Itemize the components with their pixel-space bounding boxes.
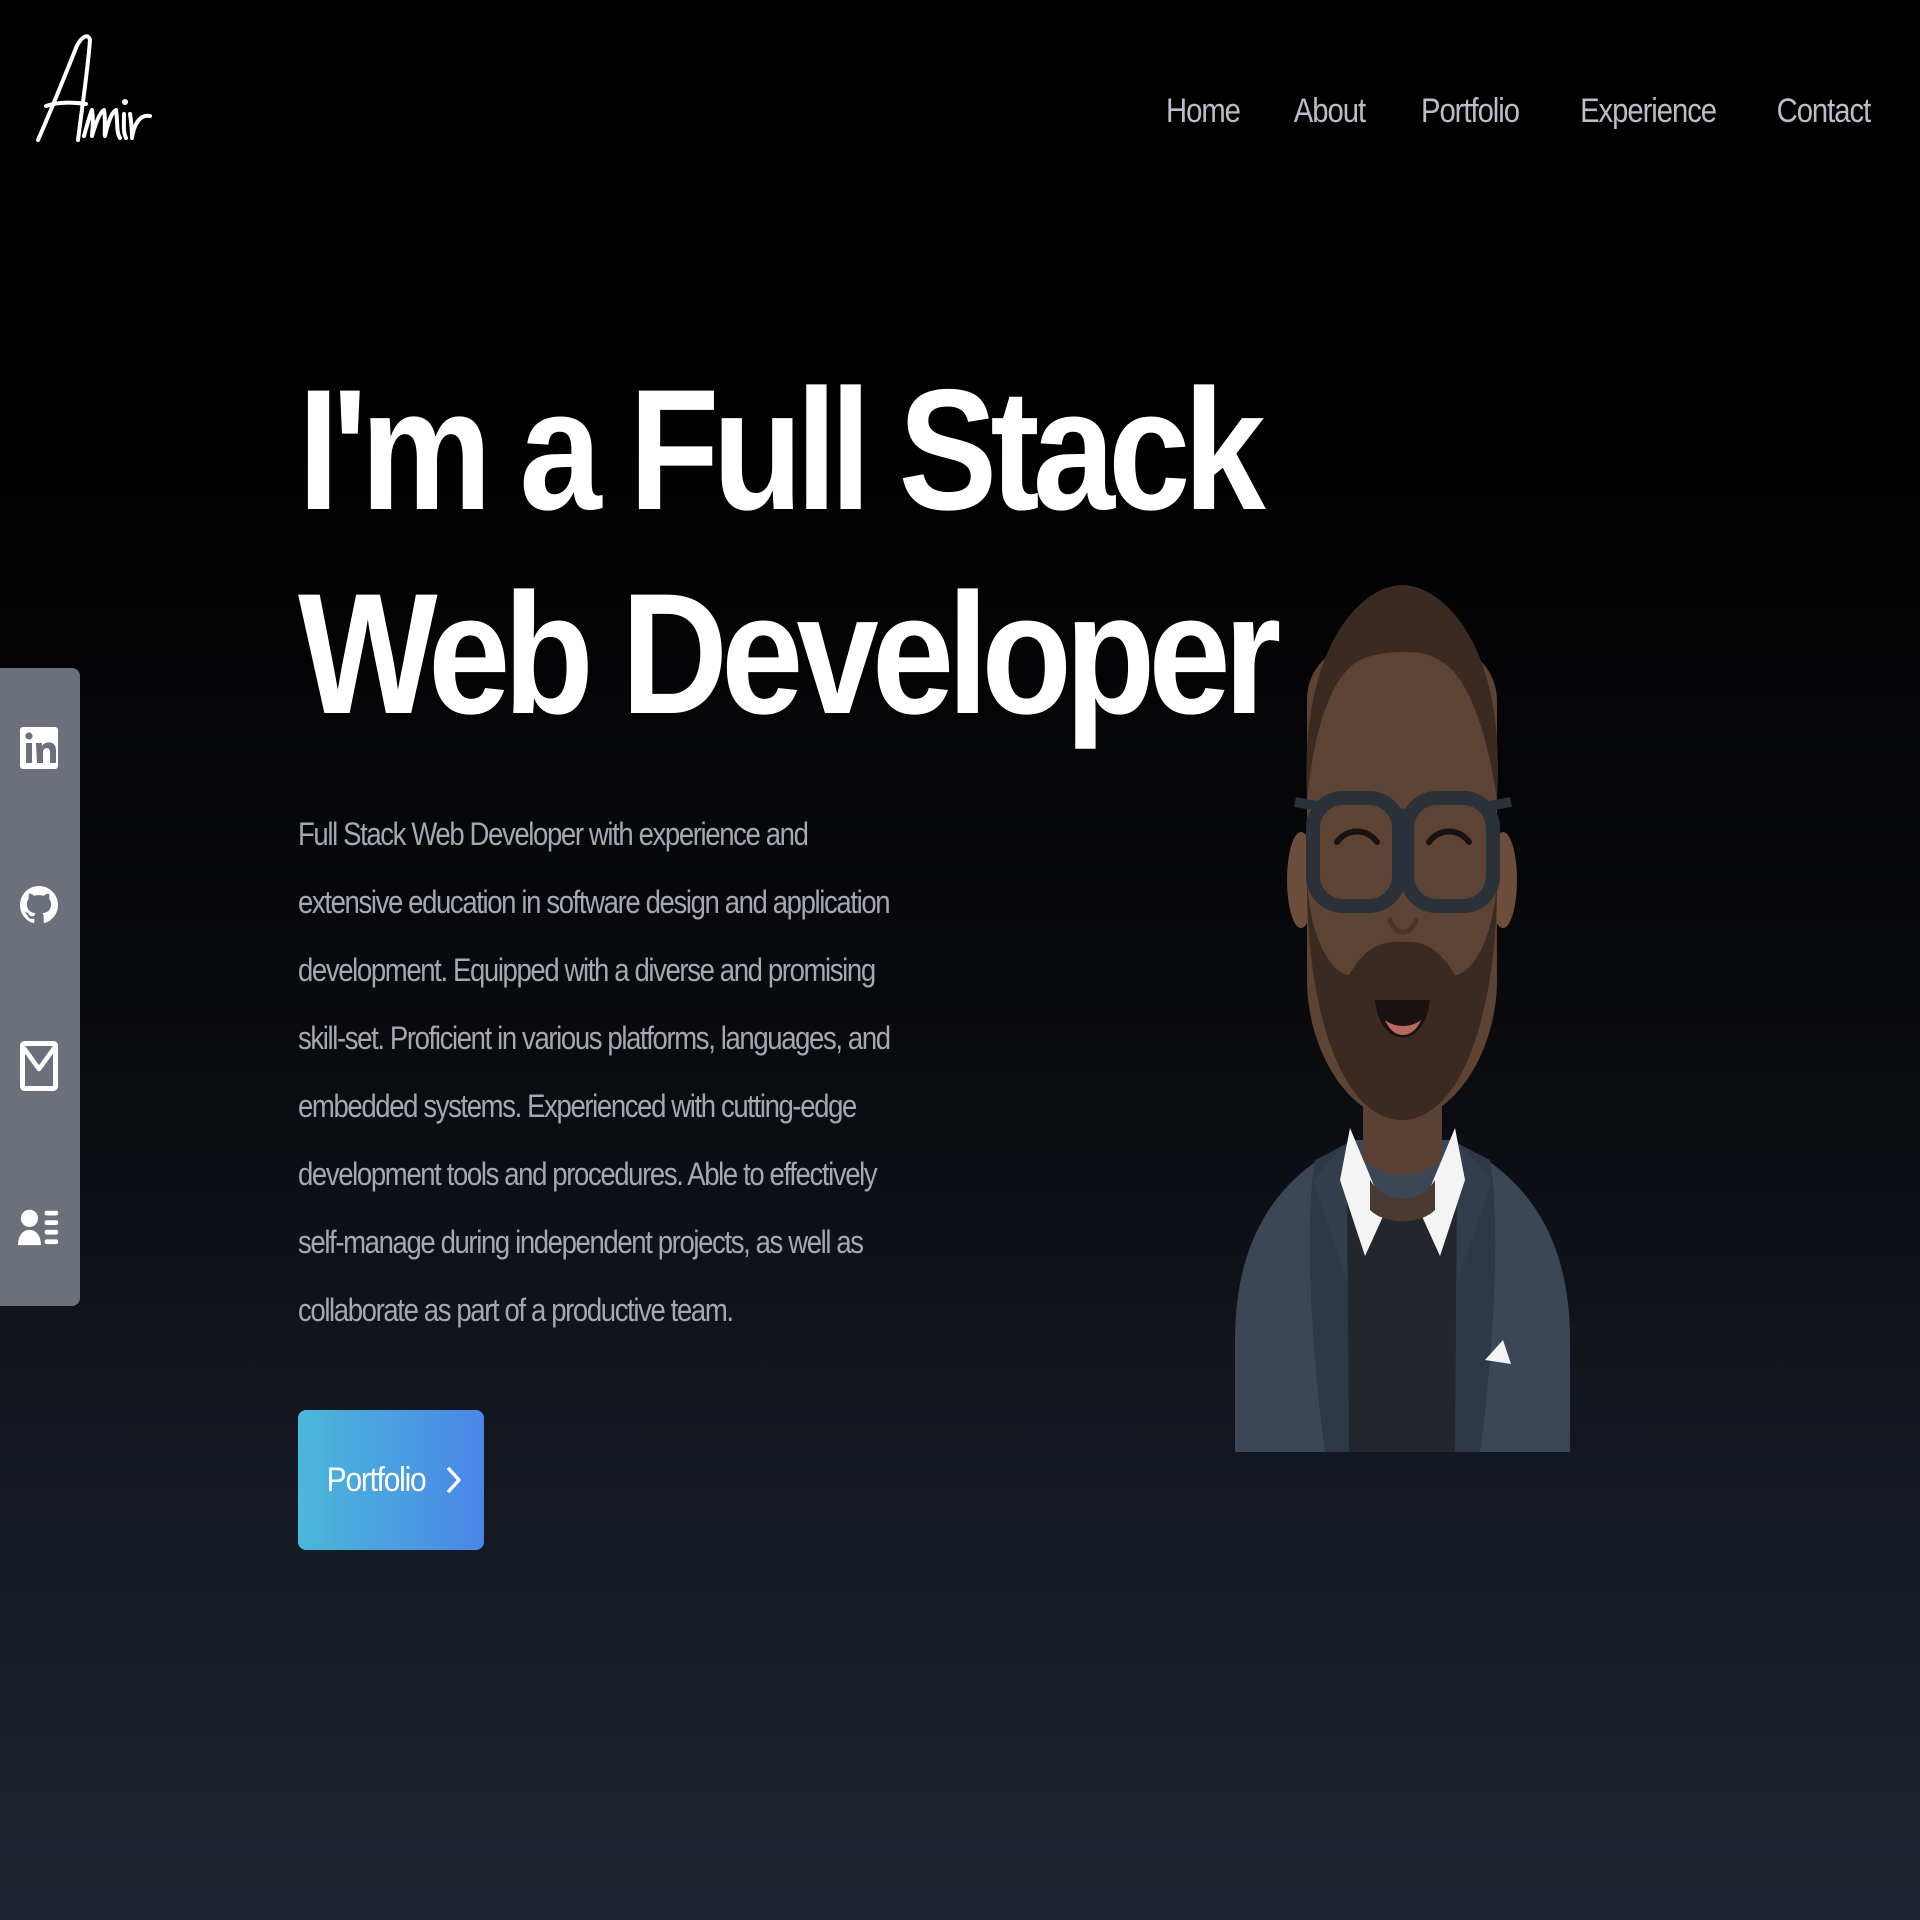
logo[interactable]: Amir <box>28 18 158 158</box>
page: Amir Home About Portfolio Experience Con… <box>0 0 1920 1920</box>
social-resume[interactable] <box>18 1186 60 1266</box>
nav-portfolio[interactable]: Portfolio <box>1421 88 1520 134</box>
resume-icon <box>18 1209 59 1246</box>
nav-home[interactable]: Home <box>1166 88 1241 134</box>
social-github[interactable] <box>18 866 60 946</box>
hero-title-line-2: Web Developer <box>298 558 1281 750</box>
portfolio-button[interactable]: Portfolio <box>298 1410 484 1550</box>
linkedin-icon <box>20 727 58 769</box>
github-icon <box>20 886 58 924</box>
social-mail[interactable] <box>18 1026 60 1106</box>
chevron-right-icon <box>447 1467 461 1493</box>
avatar-illustration <box>1235 585 1570 1452</box>
hero-description: Full Stack Web Developer with experience… <box>298 816 891 1328</box>
logo-signature <box>36 34 152 142</box>
nav-contact[interactable]: Contact <box>1777 88 1872 134</box>
social-sidebar <box>0 668 80 1306</box>
portfolio-button-label: Portfolio <box>326 1460 427 1499</box>
hero-title-line-1: I'm a Full Stack <box>298 354 1266 546</box>
mail-icon <box>20 1041 58 1091</box>
main-nav: Home About Portfolio Experience Contact <box>1160 88 1878 134</box>
logo-text: Amir <box>158 18 159 19</box>
social-linkedin[interactable] <box>18 708 60 788</box>
hero-title: I'm a Full Stack Web Developer <box>298 348 1281 756</box>
nav-about[interactable]: About <box>1294 88 1366 134</box>
nav-experience[interactable]: Experience <box>1580 88 1717 134</box>
